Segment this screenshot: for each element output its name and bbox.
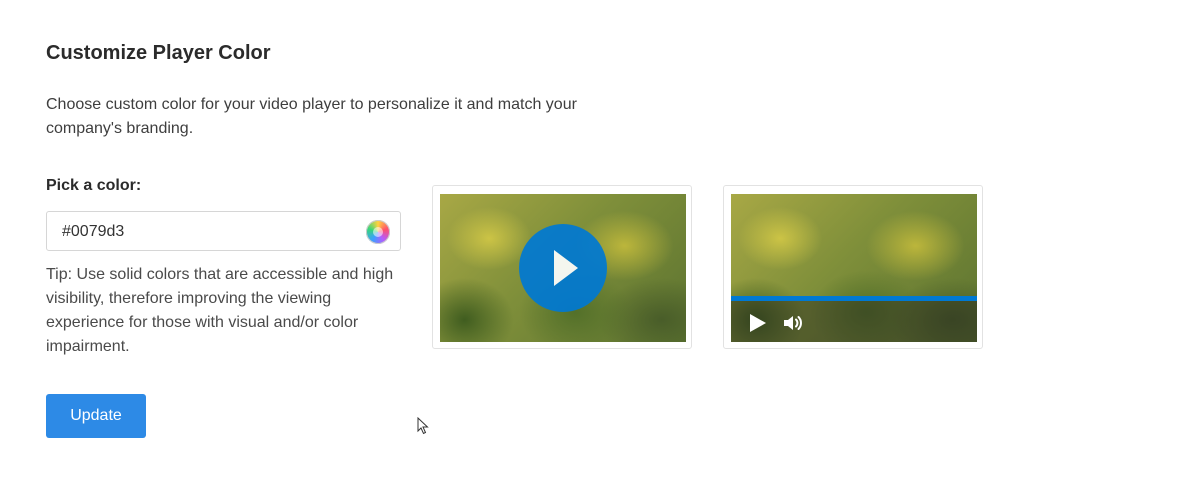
tip-text: Tip: Use solid colors that are accessibl…: [46, 266, 394, 355]
color-input-value[interactable]: #0079d3: [62, 223, 124, 241]
color-wheel-icon[interactable]: [366, 220, 390, 244]
video-thumbnail: [440, 194, 686, 342]
color-field-label: Pick a color:: [46, 177, 142, 194]
update-button[interactable]: Update: [46, 394, 146, 438]
preview-card-control-bar: [723, 185, 983, 349]
mouse-cursor-icon: [417, 417, 429, 435]
play-icon[interactable]: [519, 224, 607, 312]
play-icon[interactable]: [750, 314, 766, 332]
color-input[interactable]: #0079d3: [46, 211, 401, 251]
volume-icon[interactable]: [781, 311, 805, 335]
page-description: Choose custom color for your video playe…: [46, 96, 577, 137]
video-thumbnail: [731, 194, 977, 342]
control-bar: [731, 301, 977, 342]
preview-card-play-button: [432, 185, 692, 349]
page-title: Customize Player Color: [46, 42, 271, 64]
